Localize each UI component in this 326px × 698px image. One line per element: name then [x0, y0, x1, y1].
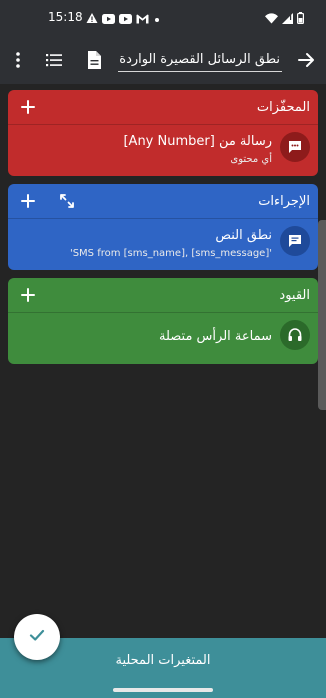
add-constraint-icon[interactable]: [18, 285, 38, 305]
local-variables-label: المتغيرات المحلية: [115, 652, 211, 668]
constraints-title: القيود: [279, 288, 310, 303]
trigger-item-subtitle: أي محتوى: [230, 154, 272, 165]
wifi-icon: [265, 9, 278, 28]
system-nav-bar: [0, 682, 326, 698]
document-icon[interactable]: [82, 48, 106, 72]
add-action-icon[interactable]: [18, 191, 38, 211]
constraint-item[interactable]: سماعة الرأس متصلة: [8, 313, 318, 364]
headphones-icon: [280, 320, 310, 350]
dot-icon: [153, 9, 161, 28]
warning-icon: [86, 9, 98, 28]
action-item-subtitle: 'SMS from [sms_name], [sms_message]': [69, 248, 272, 259]
gesture-handle[interactable]: [113, 688, 213, 692]
triggers-header: المحفّزات: [8, 90, 318, 124]
triggers-card: المحفّزات رسالة من [Any Number] أي محتوى: [8, 90, 318, 176]
actions-header: الإجراءات: [8, 184, 318, 218]
back-arrow-icon[interactable]: [294, 48, 318, 72]
actions-card: الإجراءات نطق النص 'SMS from [sms_name],…: [8, 184, 318, 270]
list-icon[interactable]: [42, 48, 66, 72]
save-fab[interactable]: [14, 614, 60, 660]
sms-icon: [280, 132, 310, 162]
actions-title: الإجراءات: [258, 194, 310, 209]
youtube-icon: [119, 9, 132, 28]
action-item-title: نطق النص: [215, 228, 272, 243]
youtube-icon: [102, 9, 115, 28]
expand-icon[interactable]: [58, 192, 76, 210]
signal-icon: [282, 9, 293, 28]
macro-editor-content: المحفّزات رسالة من [Any Number] أي محتوى…: [0, 84, 326, 638]
check-icon: [27, 625, 47, 649]
scrollbar[interactable]: [318, 220, 326, 410]
status-time: 15:18: [48, 10, 83, 24]
trigger-item-title: رسالة من [Any Number]: [123, 134, 272, 149]
triggers-title: المحفّزات: [256, 100, 310, 115]
constraints-header: القيود: [8, 278, 318, 312]
battery-icon: [297, 9, 305, 28]
more-vert-icon[interactable]: [6, 48, 30, 72]
action-item[interactable]: نطق النص 'SMS from [sms_name], [sms_mess…: [8, 219, 318, 270]
gmail-icon: [136, 9, 149, 28]
notification-icons: [86, 10, 161, 26]
constraints-card: القيود سماعة الرأس متصلة: [8, 278, 318, 364]
add-trigger-icon[interactable]: [18, 97, 38, 117]
macro-name-input[interactable]: [118, 50, 282, 72]
status-bar: 15:18: [0, 0, 326, 36]
trigger-item[interactable]: رسالة من [Any Number] أي محتوى: [8, 125, 318, 176]
message-icon: [280, 226, 310, 256]
constraint-item-title: سماعة الرأس متصلة: [158, 329, 272, 344]
system-icons: [265, 9, 305, 28]
app-bar: [0, 36, 326, 84]
